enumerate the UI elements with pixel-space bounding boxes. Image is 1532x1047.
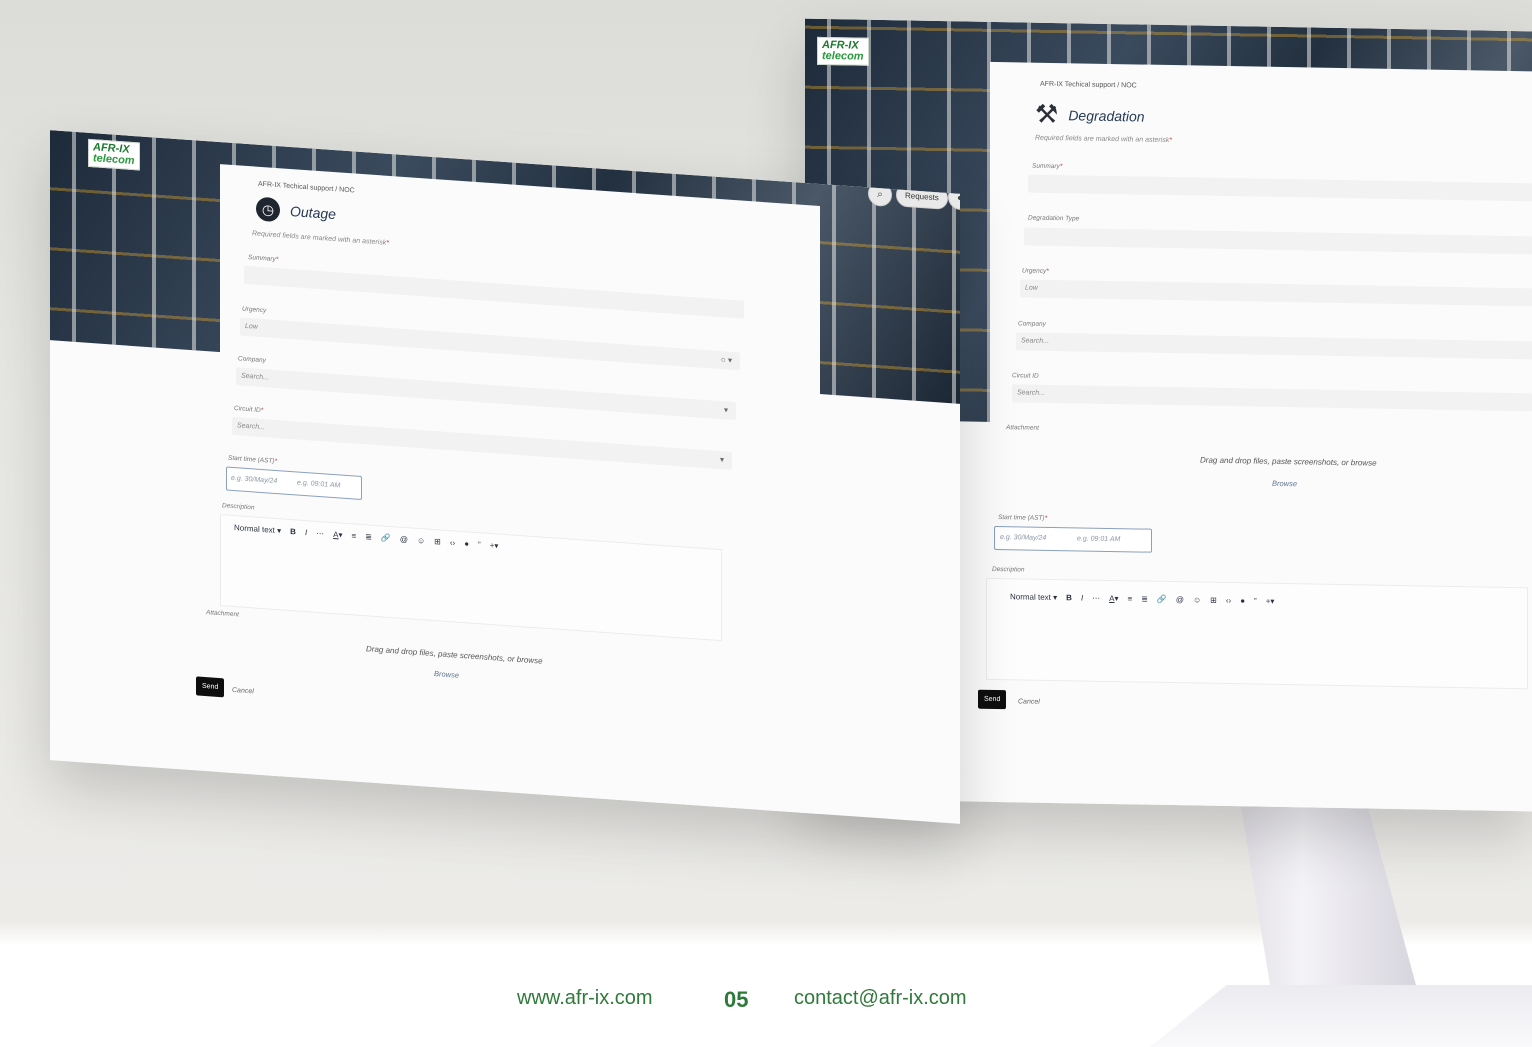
info-icon[interactable]: ● — [464, 539, 469, 548]
more-formatting-icon[interactable]: ⋯ — [316, 529, 324, 539]
urgency-label: Urgency — [242, 305, 267, 315]
chevron-down-icon[interactable]: ▾ — [720, 455, 724, 464]
send-button[interactable]: Send — [978, 689, 1007, 710]
footer: www.afr-ix.com 05 contact@afr-ix.com — [0, 985, 1532, 1015]
attachment-label: Attachment — [206, 609, 239, 619]
tools-icon: ⚒ — [1035, 98, 1059, 130]
circuit-id-label: Circuit ID* — [234, 405, 264, 415]
date-input[interactable]: e.g. 30/May/24 — [231, 475, 277, 485]
page-number: 05 — [724, 987, 749, 1012]
quote-icon[interactable]: ” — [1254, 596, 1257, 605]
mention-icon[interactable]: @ — [1176, 595, 1184, 604]
bold-icon[interactable]: B — [1066, 593, 1072, 602]
summary-label: Summary* — [248, 254, 279, 264]
chevron-down-icon[interactable]: ○ ▾ — [721, 355, 732, 365]
italic-icon[interactable]: I — [1081, 593, 1083, 602]
code-icon[interactable]: ‹› — [1226, 596, 1231, 605]
website-link[interactable]: www.afr-ix.com — [517, 987, 653, 1010]
summary-field[interactable] — [244, 265, 744, 319]
numbered-list-icon[interactable]: ≣ — [1141, 595, 1148, 604]
start-time-input[interactable]: e.g. 30/May/24 e.g. 09:01 AM — [226, 466, 362, 501]
more-formatting-icon[interactable]: ⋯ — [1092, 594, 1100, 603]
date-input[interactable]: e.g. 30/May/24 — [1000, 534, 1046, 542]
start-time-input[interactable]: e.g. 30/May/24 e.g. 09:01 AM — [994, 525, 1152, 553]
bold-icon[interactable]: B — [290, 527, 296, 536]
circuit-id-select[interactable]: Search... ▾ — [232, 416, 732, 470]
italic-icon[interactable]: I — [305, 528, 307, 537]
link-icon[interactable]: 🔗 — [381, 533, 391, 543]
text-color-icon[interactable]: A▾ — [333, 530, 342, 540]
company-label: Company — [238, 355, 266, 365]
table-icon[interactable]: ⊞ — [434, 537, 441, 546]
table-icon[interactable]: ⊞ — [1210, 596, 1217, 605]
attachment-label: Attachment — [1006, 424, 1039, 432]
circuit-id-select[interactable]: Search... — [1012, 384, 1532, 412]
cancel-button[interactable]: Cancel — [1018, 698, 1040, 705]
summary-label: Summary* — [1032, 162, 1063, 171]
email-link[interactable]: contact@afr-ix.com — [794, 987, 967, 1010]
text-color-icon[interactable]: A▾ — [1109, 594, 1118, 603]
time-input[interactable]: e.g. 09:01 AM — [297, 479, 340, 489]
quote-icon[interactable]: ” — [478, 540, 481, 549]
browse-link[interactable]: Browse — [1272, 479, 1297, 488]
afr-ix-logo: AFR-IX telecom — [88, 138, 140, 171]
link-icon[interactable]: 🔗 — [1157, 595, 1167, 604]
description-label: Description — [222, 502, 255, 512]
insert-more-icon[interactable]: +▾ — [490, 541, 499, 551]
form-panel: AFR-IX Techical support / NOC ⚒ Degradat… — [978, 61, 1532, 812]
drop-zone-text[interactable]: Drag and drop files, paste screenshots, … — [366, 644, 543, 665]
left-screen: AFR-IX telecom ⌕ Requests ● AFR-IX Techi… — [50, 130, 960, 824]
breadcrumb[interactable]: AFR-IX Techical support / NOC — [1040, 81, 1137, 90]
cancel-button[interactable]: Cancel — [232, 687, 254, 696]
clock-icon: ◷ — [256, 196, 280, 223]
breadcrumb[interactable]: AFR-IX Techical support / NOC — [258, 181, 355, 195]
company-select[interactable]: Search... — [1016, 332, 1532, 360]
circuit-id-label: Circuit ID — [1012, 372, 1039, 380]
page-title: ◷ Outage — [256, 196, 336, 227]
browse-link[interactable]: Browse — [434, 669, 459, 680]
drop-zone-text[interactable]: Drag and drop files, paste screenshots, … — [1200, 456, 1377, 468]
required-note: Required fields are marked with an aster… — [252, 230, 389, 247]
start-time-label: Start time (AST)* — [228, 454, 278, 466]
emoji-icon[interactable]: ☺ — [417, 536, 425, 546]
send-button[interactable]: Send — [196, 676, 225, 698]
company-select[interactable]: Search... ▾ — [236, 367, 736, 421]
numbered-list-icon[interactable]: ≣ — [365, 532, 372, 541]
description-label: Description — [992, 565, 1025, 574]
degradation-type-label: Degradation Type — [1028, 214, 1080, 223]
time-input[interactable]: e.g. 09:01 AM — [1077, 535, 1120, 543]
start-time-label: Start time (AST)* — [998, 514, 1048, 522]
mention-icon[interactable]: @ — [400, 535, 408, 545]
urgency-label: Urgency* — [1022, 267, 1049, 275]
afr-ix-logo: AFR-IX telecom — [817, 36, 869, 66]
emoji-icon[interactable]: ☺ — [1193, 595, 1201, 604]
urgency-select[interactable]: Low ○ ▾ — [240, 317, 740, 371]
bullet-list-icon[interactable]: ≡ — [1128, 594, 1133, 603]
code-icon[interactable]: ‹› — [450, 538, 455, 547]
urgency-select[interactable]: Low — [1020, 279, 1532, 307]
degradation-type-select[interactable] — [1024, 227, 1532, 255]
text-style-dropdown[interactable]: Normal text ▾ — [1010, 592, 1057, 602]
info-icon[interactable]: ● — [1240, 596, 1245, 605]
chevron-down-icon[interactable]: ▾ — [724, 405, 728, 414]
required-note: Required fields are marked with an aster… — [1035, 134, 1172, 145]
bullet-list-icon[interactable]: ≡ — [352, 531, 357, 540]
page-title: ⚒ Degradation — [1035, 98, 1145, 130]
form-panel: AFR-IX Techical support / NOC ◷ Outage R… — [196, 164, 820, 824]
insert-more-icon[interactable]: +▾ — [1266, 597, 1275, 606]
company-label: Company — [1018, 320, 1046, 328]
summary-field[interactable] — [1028, 174, 1532, 202]
